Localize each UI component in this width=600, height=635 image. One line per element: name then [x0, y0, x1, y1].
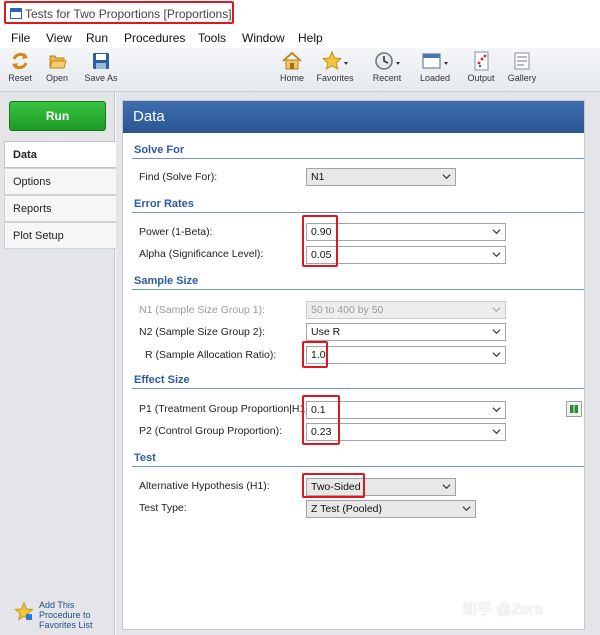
section-title-sample-size: Sample Size — [134, 275, 199, 287]
open-button[interactable]: Open — [42, 50, 72, 83]
section-divider — [132, 388, 584, 389]
favorite-add-star-icon — [14, 602, 34, 621]
n1-value: 50 to 400 by 50 — [311, 304, 384, 316]
clock-icon — [375, 52, 400, 70]
section-divider — [132, 158, 584, 159]
chevron-down-icon — [492, 307, 501, 313]
app-window-icon — [10, 8, 22, 19]
r-value: 1.0 — [311, 349, 326, 361]
reset-icon — [12, 52, 28, 70]
title-bar: Tests for Two Proportions [Proportions] — [0, 0, 600, 28]
data-form: Data Solve For Find (Solve For): N1 Erro… — [122, 100, 585, 630]
section-title-error-rates: Error Rates — [134, 198, 194, 210]
run-button[interactable]: Run — [9, 101, 106, 131]
folder-open-icon — [49, 55, 67, 69]
power-combobox[interactable]: 0.90 — [306, 223, 506, 241]
star-icon — [321, 50, 348, 70]
p2-value: 0.23 — [311, 426, 332, 438]
n2-value: Use R — [311, 326, 341, 338]
alternative-hypothesis-select[interactable]: Two-Sided — [306, 478, 456, 496]
n2-combobox[interactable]: Use R — [306, 323, 506, 341]
home-button[interactable]: Home — [278, 50, 306, 83]
recent-button[interactable]: Recent — [370, 50, 404, 83]
p2-label: P2 (Control Group Proportion): — [139, 425, 282, 437]
toolbar: Reset Open Save As Home Favorites Recent… — [0, 48, 600, 92]
chevron-down-icon — [492, 329, 501, 335]
section-title-test: Test — [134, 452, 156, 464]
power-label: Power (1-Beta): — [139, 226, 213, 238]
alternative-hypothesis-label: Alternative Hypothesis (H1): — [139, 480, 270, 492]
save-as-button[interactable]: Save As — [82, 50, 120, 83]
p2-combobox[interactable]: 0.23 — [306, 423, 506, 441]
chevron-down-icon — [442, 484, 451, 490]
section-divider — [132, 212, 584, 213]
reset-button[interactable]: Reset — [5, 50, 35, 83]
watermark: 知乎 @Zero — [462, 601, 543, 618]
section-divider — [132, 289, 584, 290]
p1-label: P1 (Treatment Group Proportion|H1): — [139, 403, 312, 415]
menu-tools[interactable]: Tools — [198, 31, 226, 45]
r-label: R (Sample Allocation Ratio): — [145, 349, 277, 361]
grid-icon — [570, 405, 578, 413]
power-value: 0.90 — [311, 226, 332, 238]
favorites-button[interactable]: Favorites — [316, 50, 354, 83]
add-to-favorites-link[interactable]: Add This Procedure to Favorites List — [14, 600, 114, 632]
p1-value: 0.1 — [311, 404, 326, 416]
find-value: N1 — [311, 171, 325, 183]
menu-window[interactable]: Window — [242, 31, 285, 45]
output-document-icon — [474, 51, 489, 71]
grid-toggle-icon[interactable] — [566, 401, 582, 417]
alpha-combobox[interactable]: 0.05 — [306, 246, 506, 264]
left-navigation-panel: Run Data Options Reports Plot Setup Add … — [0, 92, 116, 635]
home-icon — [282, 51, 302, 70]
menu-file[interactable]: File — [11, 31, 30, 45]
panel-header: Data — [123, 101, 584, 133]
tab-plot-setup[interactable]: Plot Setup — [4, 222, 116, 249]
output-button[interactable]: Output — [466, 50, 496, 83]
section-divider — [132, 466, 584, 467]
tab-options[interactable]: Options — [4, 168, 116, 195]
alpha-value: 0.05 — [311, 249, 332, 261]
menu-run[interactable]: Run — [86, 31, 108, 45]
chevron-down-icon — [492, 229, 501, 235]
gallery-button[interactable]: Gallery — [506, 50, 538, 83]
window-title: Tests for Two Proportions [Proportions] — [25, 7, 232, 21]
save-icon — [93, 53, 109, 69]
alternative-hypothesis-value: Two-Sided — [311, 481, 361, 493]
r-combobox[interactable]: 1.0 — [306, 346, 506, 364]
chevron-down-icon — [442, 174, 451, 180]
tab-data[interactable]: Data — [4, 141, 116, 168]
test-type-label: Test Type: — [139, 502, 187, 514]
tab-reports[interactable]: Reports — [4, 195, 116, 222]
chevron-down-icon — [462, 506, 471, 512]
add-to-favorites-label: Add This Procedure to Favorites List — [39, 600, 93, 630]
test-type-value: Z Test (Pooled) — [311, 503, 383, 515]
chevron-down-icon — [492, 429, 501, 435]
menu-view[interactable]: View — [46, 31, 72, 45]
chevron-down-icon — [492, 352, 501, 358]
n1-label: N1 (Sample Size Group 1): — [139, 304, 266, 316]
alpha-label: Alpha (Significance Level): — [139, 248, 264, 260]
section-title-effect-size: Effect Size — [134, 374, 190, 386]
test-type-select[interactable]: Z Test (Pooled) — [306, 500, 476, 518]
menu-help[interactable]: Help — [298, 31, 323, 45]
find-solve-for-select[interactable]: N1 — [306, 168, 456, 186]
loaded-window-icon — [422, 53, 448, 69]
gallery-icon — [514, 52, 530, 70]
section-title-solve-for: Solve For — [134, 144, 185, 156]
main-panel: Data Solve For Find (Solve For): N1 Erro… — [116, 92, 600, 635]
find-label: Find (Solve For): — [139, 171, 218, 183]
n1-combobox: 50 to 400 by 50 — [306, 301, 506, 319]
p1-combobox[interactable]: 0.1 — [306, 401, 506, 419]
loaded-button[interactable]: Loaded — [418, 50, 452, 83]
n2-label: N2 (Sample Size Group 2): — [139, 326, 266, 338]
menu-procedures[interactable]: Procedures — [124, 31, 185, 45]
chevron-down-icon — [492, 407, 501, 413]
menu-bar: File View Run Procedures Tools Window He… — [0, 28, 600, 48]
chevron-down-icon — [492, 252, 501, 258]
